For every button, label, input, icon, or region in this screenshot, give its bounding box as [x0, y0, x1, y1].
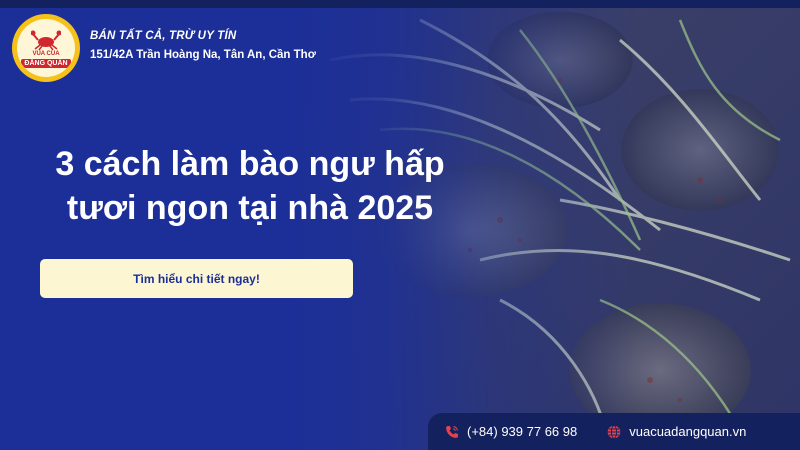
phone-link[interactable]: (+84) 939 77 66 98	[445, 424, 577, 439]
phone-icon	[446, 425, 458, 438]
logo-badge: VUA CUA ĐĂNG QUÂN	[17, 19, 75, 77]
brand-tagline: BÁN TẤT CẢ, TRỪ UY TÍN	[90, 30, 237, 42]
top-strip	[0, 0, 800, 8]
brand-logo[interactable]: VUA CUA ĐĂNG QUÂN	[12, 14, 80, 82]
title-line-1: 3 cách làm bào ngư hấp	[55, 145, 445, 183]
page-title: 3 cách làm bào ngư hấp tươi ngon tại nhà…	[40, 142, 460, 230]
globe-icon	[607, 424, 621, 439]
promo-banner: VUA CUA ĐĂNG QUÂN BÁN TẤT CẢ, TRỪ UY TÍN…	[0, 0, 800, 450]
logo-text-bottom: ĐĂNG QUÂN	[21, 59, 71, 68]
phone-number: (+84) 939 77 66 98	[467, 424, 578, 439]
title-line-2: tươi ngon tại nhà 2025	[66, 189, 434, 227]
website-url: vuacuadangquan.vn	[629, 424, 747, 439]
contact-footer: (+84) 939 77 66 98 vuacuadangquan.vn	[428, 413, 800, 450]
brand-address: 151/42A Trần Hoàng Na, Tân An, Cần Thơ	[90, 49, 316, 61]
cta-button[interactable]: Tìm hiểu chi tiết ngay!	[40, 259, 353, 298]
website-link[interactable]: vuacuadangquan.vn	[607, 424, 746, 439]
logo-text-top: VUA CUA	[32, 51, 60, 57]
crab-icon	[31, 30, 61, 51]
